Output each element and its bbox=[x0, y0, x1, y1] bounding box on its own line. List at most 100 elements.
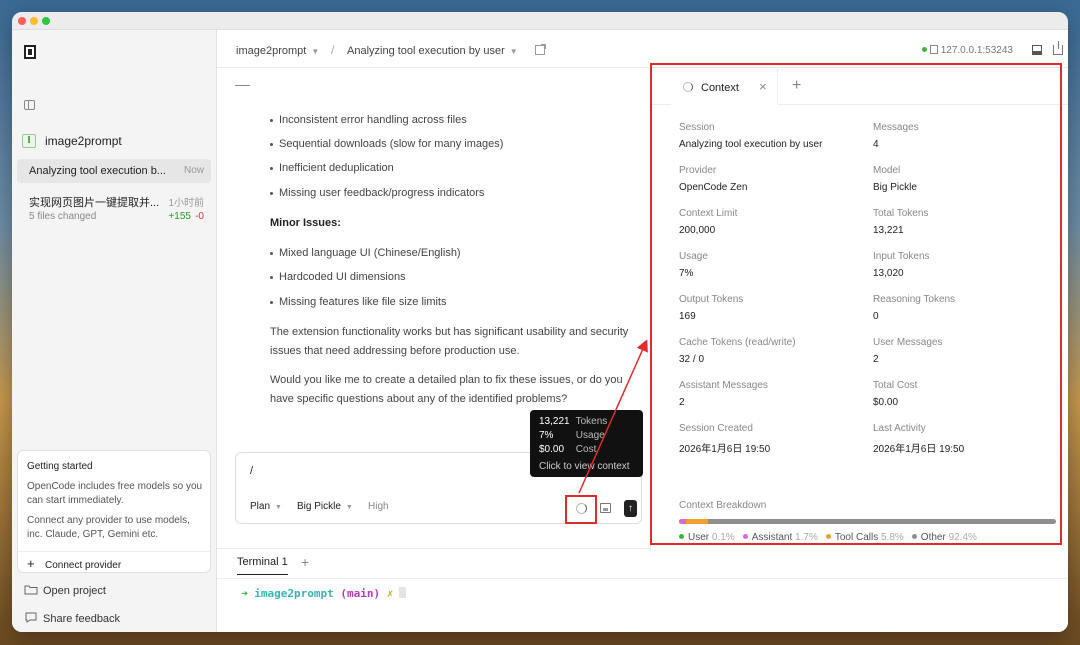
stat-label: Session Created bbox=[679, 423, 753, 434]
add-tab-button[interactable]: + bbox=[792, 77, 801, 95]
tooltip-usage-label: Usage bbox=[575, 430, 605, 441]
session-item-active[interactable]: Analyzing tool execution b... Now bbox=[17, 159, 211, 183]
stat-label: Messages bbox=[873, 122, 919, 133]
stat-value: Analyzing tool execution by user bbox=[679, 139, 823, 150]
breakdown-segment bbox=[707, 519, 1056, 524]
session-title: Analyzing tool execution b... bbox=[29, 165, 166, 177]
context-tooltip: 13,221 Tokens 7% Usage $0.00 Cost Click … bbox=[530, 410, 643, 477]
toggle-panel-icon[interactable] bbox=[1032, 45, 1042, 55]
stat-label: Last Activity bbox=[873, 423, 926, 434]
stat-label: Assistant Messages bbox=[679, 380, 768, 391]
legend-label: Tool Calls bbox=[834, 532, 879, 543]
stat-value: $0.00 bbox=[873, 397, 899, 408]
highlight-box bbox=[565, 495, 597, 524]
chevron-down-icon: ▼ bbox=[345, 504, 353, 511]
getting-started-title: Getting started bbox=[27, 461, 93, 472]
session-item[interactable]: 实现网页图片一键提取并... 1小时前 5 files changed +155… bbox=[17, 188, 211, 228]
breadcrumb-project[interactable]: image2prompt ▼ bbox=[236, 45, 319, 57]
minimize-window-button[interactable] bbox=[30, 17, 38, 25]
stat-label: User Messages bbox=[873, 337, 943, 348]
project-badge: I bbox=[22, 134, 36, 148]
legend-dot-icon bbox=[742, 534, 748, 539]
message-paragraph: Would you like me to create a detailed p… bbox=[270, 374, 623, 405]
tooltip-hint: Click to view context bbox=[539, 461, 630, 472]
status-dot-icon bbox=[921, 47, 927, 52]
tab-terminal-1[interactable]: Terminal 1 bbox=[237, 556, 288, 575]
add-terminal-button[interactable]: + bbox=[301, 554, 309, 570]
sidebar-toggle-icon[interactable] bbox=[24, 100, 35, 110]
breakdown-legend: User 0.1% Assistant 1.7% Tool Calls 5.8% Ot… bbox=[679, 532, 985, 543]
server-status[interactable]: 127.0.0.1:53243 bbox=[921, 45, 1013, 56]
stat-value: 169 bbox=[679, 311, 696, 322]
close-tab-icon[interactable]: × bbox=[759, 79, 767, 94]
open-external-icon[interactable] bbox=[535, 44, 546, 55]
getting-started-text: OpenCode includes free models so you can… bbox=[27, 481, 203, 506]
server-icon bbox=[929, 45, 938, 54]
connect-provider-button[interactable]: + Connect provider bbox=[27, 556, 121, 571]
stat-value: 4 bbox=[873, 139, 879, 150]
list-item: Inefficient deduplication bbox=[270, 162, 394, 174]
session-title: 实现网页图片一键提取并... bbox=[29, 197, 160, 209]
breakdown-segment bbox=[685, 519, 708, 524]
list-item: Sequential downloads (slow for many imag… bbox=[269, 138, 504, 150]
stat-label: Total Tokens bbox=[873, 208, 929, 219]
getting-started-card: Getting started OpenCode includes free m… bbox=[17, 450, 211, 573]
additions-count: +155 bbox=[168, 211, 191, 222]
list-item: Hardcoded UI dimensions bbox=[270, 271, 406, 283]
stat-label: Cache Tokens (read/write) bbox=[679, 337, 796, 348]
image-attach-icon[interactable] bbox=[600, 503, 611, 513]
model-label: Big Pickle bbox=[297, 501, 341, 512]
share-feedback-link[interactable]: Share feedback bbox=[24, 612, 120, 625]
tooltip-cost-label: Cost bbox=[575, 444, 597, 455]
effort-select[interactable]: High bbox=[368, 501, 389, 512]
mode-select[interactable]: Plan ▼ bbox=[250, 501, 282, 512]
terminal-cursor bbox=[399, 587, 407, 598]
breakdown-title: Context Breakdown bbox=[679, 500, 767, 511]
chevron-down-icon: ▼ bbox=[311, 47, 320, 56]
stat-value: OpenCode Zen bbox=[679, 182, 748, 193]
collapse-icon[interactable] bbox=[235, 85, 250, 86]
legend-label: User bbox=[688, 532, 710, 543]
stat-label: Context Limit bbox=[679, 208, 738, 219]
chevron-down-icon: ▼ bbox=[275, 504, 282, 511]
close-window-button[interactable] bbox=[18, 17, 26, 25]
list-item: Missing user feedback/progress indicator… bbox=[269, 187, 485, 199]
stat-label: Usage bbox=[679, 251, 708, 262]
prompt-arrow-icon: ➜ bbox=[241, 587, 248, 600]
terminal-directory: image2prompt bbox=[254, 587, 334, 600]
project-name[interactable]: image2prompt bbox=[45, 134, 122, 148]
dirty-mark-icon: ✗ bbox=[386, 587, 394, 600]
send-button[interactable]: ↑ bbox=[624, 500, 637, 517]
legend-dot-icon bbox=[911, 534, 917, 539]
stat-label: Input Tokens bbox=[873, 251, 930, 262]
share-icon[interactable] bbox=[1053, 41, 1063, 55]
app-logo-icon bbox=[24, 45, 36, 59]
breadcrumb-session-label: Analyzing tool execution by user bbox=[347, 45, 505, 57]
tab-context[interactable]: Context × bbox=[671, 69, 778, 105]
context-panel: Context × + Session Analyzing tool execut… bbox=[650, 69, 1068, 553]
model-select[interactable]: Big Pickle ▼ bbox=[297, 501, 353, 512]
legend-label: Assistant bbox=[751, 532, 793, 543]
sidebar: I image2prompt Analyzing tool execution … bbox=[12, 30, 217, 632]
divider bbox=[217, 578, 1068, 579]
tooltip-tokens-value: 13,221 bbox=[539, 416, 570, 427]
open-project-label: Open project bbox=[43, 585, 106, 597]
plus-icon: + bbox=[27, 556, 35, 571]
maximize-window-button[interactable] bbox=[42, 17, 50, 25]
tooltip-usage-value: 7% bbox=[539, 430, 554, 441]
prompt-input[interactable]: / bbox=[250, 465, 253, 477]
share-feedback-label: Share feedback bbox=[43, 613, 121, 625]
tooltip-tokens-label: Tokens bbox=[575, 416, 608, 427]
stat-value: 13,221 bbox=[873, 225, 904, 236]
section-heading: Minor Issues: bbox=[270, 217, 341, 229]
stat-value: 200,000 bbox=[679, 225, 716, 236]
stat-value: 7% bbox=[679, 268, 694, 279]
open-project-link[interactable]: Open project bbox=[24, 584, 106, 597]
legend-percent: 5.8% bbox=[881, 532, 904, 543]
legend-item: Tool Calls 5.8% bbox=[825, 532, 904, 543]
breadcrumb-session[interactable]: Analyzing tool execution by user ▼ bbox=[347, 45, 518, 57]
terminal-prompt[interactable]: ➜ image2prompt (main) ✗ bbox=[241, 587, 407, 600]
mode-label: Plan bbox=[250, 501, 271, 512]
stat-value: 2026年1月6日 19:50 bbox=[679, 444, 771, 455]
app-window: I image2prompt Analyzing tool execution … bbox=[12, 12, 1068, 632]
